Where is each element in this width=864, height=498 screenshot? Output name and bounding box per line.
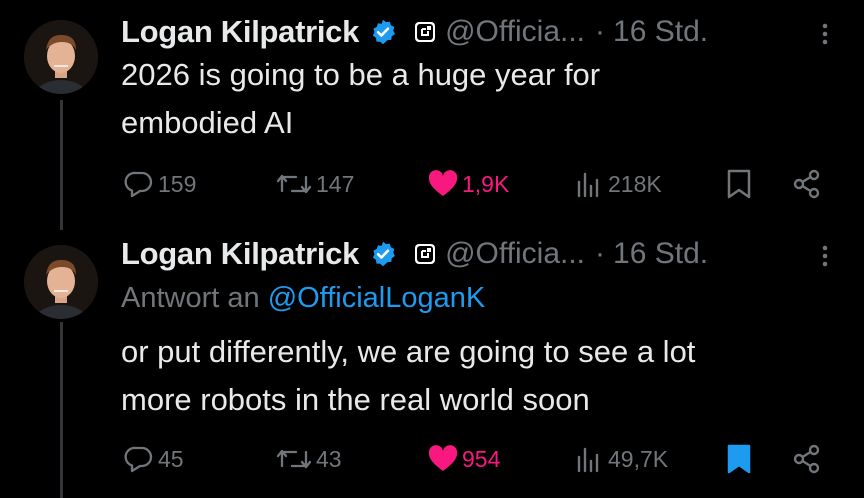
views-count: 218K <box>608 170 662 197</box>
bookmark-button[interactable] <box>726 167 752 201</box>
views-icon <box>576 445 604 473</box>
like-count: 954 <box>462 445 501 472</box>
reply-icon <box>124 445 154 473</box>
repost-count: 147 <box>316 170 355 197</box>
views-button[interactable]: 49,7K <box>576 442 668 476</box>
affiliate-badge-icon <box>413 20 437 44</box>
reply-mention-link[interactable]: @OfficialLoganK <box>268 282 486 314</box>
tweet-text-line: 2026 is going to be a huge year for <box>121 57 601 92</box>
like-count: 1,9K <box>462 170 510 197</box>
bookmark-icon <box>726 444 752 474</box>
avatar[interactable] <box>24 20 98 94</box>
reply-button[interactable]: 45 <box>124 442 184 476</box>
reply-prefix: Antwort an <box>121 282 268 314</box>
timestamp[interactable]: 16 Std. <box>613 15 708 49</box>
reply-icon <box>124 170 154 198</box>
verified-badge-icon <box>369 18 397 46</box>
separator-dot: · <box>595 237 606 270</box>
tweet[interactable]: Logan Kilpatrick @Officia... · 16 Std. 2… <box>0 0 864 225</box>
views-count: 49,7K <box>608 445 669 472</box>
reply-count: 159 <box>158 170 197 197</box>
reply-count: 45 <box>158 445 184 472</box>
author-name[interactable]: Logan Kilpatrick <box>121 14 359 50</box>
avatar[interactable] <box>24 245 98 319</box>
bookmark-button[interactable] <box>726 442 752 476</box>
verified-badge-icon <box>369 240 397 268</box>
repost-button[interactable]: 147 <box>276 167 354 201</box>
author-handle[interactable]: @Officia... <box>445 15 585 49</box>
author-handle[interactable]: @Officia... <box>445 237 585 271</box>
reply-context: Antwort an @OfficialLoganK <box>121 282 485 315</box>
tweet-text-line: or put differently, we are going to see … <box>121 334 696 369</box>
separator-dot: · <box>595 15 606 48</box>
like-icon <box>428 170 458 198</box>
more-icon[interactable] <box>812 14 838 54</box>
affiliate-badge-icon <box>413 242 437 266</box>
views-icon <box>576 170 604 198</box>
like-icon <box>428 445 458 473</box>
timestamp[interactable]: 16 Std. <box>613 237 708 271</box>
like-button[interactable]: 954 <box>428 442 500 476</box>
tweet-header: Logan Kilpatrick @Officia... · 16 Std. <box>121 12 708 52</box>
share-button[interactable] <box>792 442 822 476</box>
share-icon <box>792 169 822 199</box>
views-button[interactable]: 218K <box>576 167 662 201</box>
repost-count: 43 <box>316 445 342 472</box>
repost-icon <box>276 171 312 197</box>
repost-button[interactable]: 43 <box>276 442 342 476</box>
like-button[interactable]: 1,9K <box>428 167 509 201</box>
share-button[interactable] <box>792 167 822 201</box>
author-name[interactable]: Logan Kilpatrick <box>121 236 359 272</box>
tweet-text: or put differently, we are going to see … <box>121 328 841 424</box>
more-icon[interactable] <box>812 236 838 276</box>
bookmark-icon <box>726 169 752 199</box>
repost-icon <box>276 446 312 472</box>
reply-button[interactable]: 159 <box>124 167 196 201</box>
tweet-text: 2026 is going to be a huge year for embo… <box>121 51 841 147</box>
share-icon <box>792 444 822 474</box>
tweet-text-line: more robots in the real world soon <box>121 382 590 417</box>
tweet[interactable]: Logan Kilpatrick @Officia... · 16 Std. A… <box>0 225 864 498</box>
tweet-header: Logan Kilpatrick @Officia... · 16 Std. <box>121 234 708 274</box>
tweet-text-line: embodied AI <box>121 105 294 140</box>
